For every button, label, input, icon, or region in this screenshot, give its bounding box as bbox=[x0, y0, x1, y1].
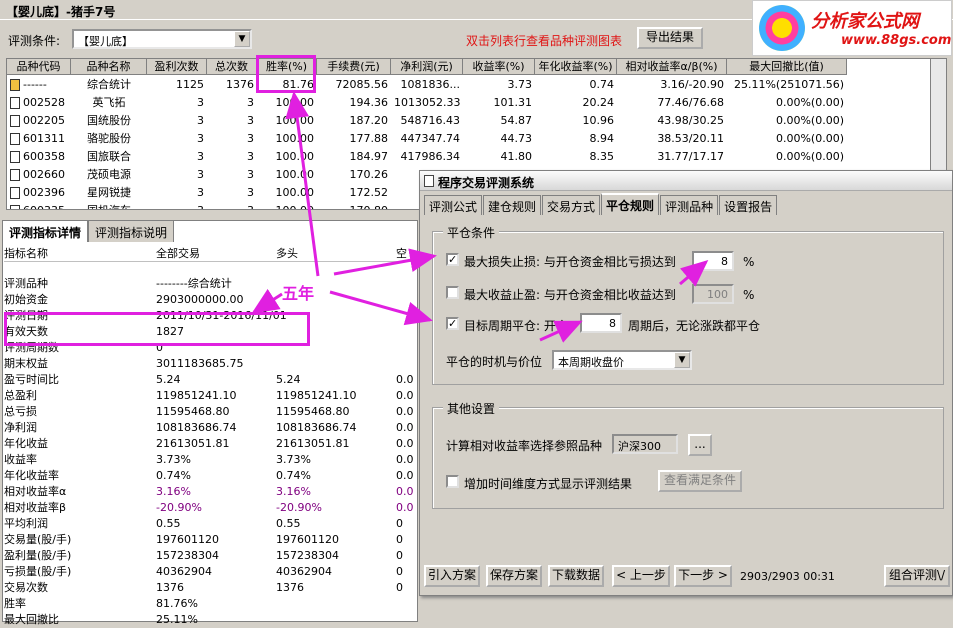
detail-tabs: 评测指标详情 评测指标说明 bbox=[2, 220, 175, 242]
arrow-period-value bbox=[539, 320, 583, 343]
arrow-to-date bbox=[251, 288, 283, 314]
arrow-stoploss-value bbox=[679, 260, 709, 287]
arrow-to-period bbox=[329, 290, 433, 326]
tab-explain[interactable]: 评测指标说明 bbox=[88, 220, 175, 242]
arrow-to-winrate bbox=[285, 91, 320, 277]
arrow-to-stoploss bbox=[333, 248, 437, 276]
tab-detail[interactable]: 评测指标详情 bbox=[2, 220, 89, 242]
annotation-arrows bbox=[251, 91, 709, 343]
